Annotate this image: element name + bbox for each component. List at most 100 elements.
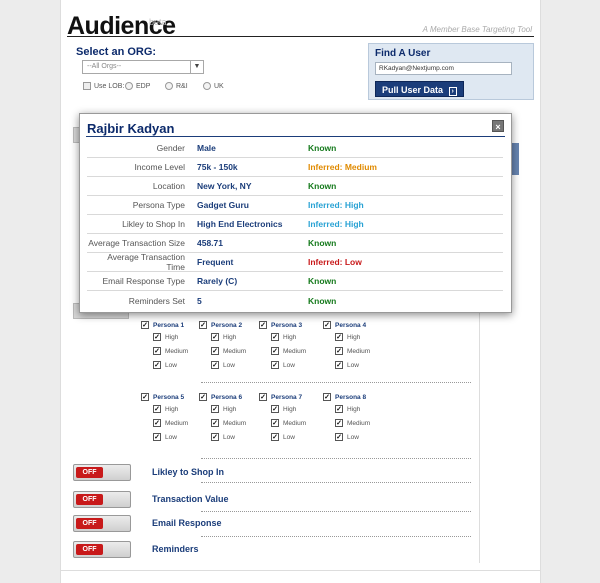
check-icon[interactable]: ✓ — [335, 433, 343, 441]
level-row[interactable]: ✓ Medium — [199, 344, 261, 358]
check-icon[interactable]: ✓ — [271, 433, 279, 441]
check-icon[interactable]: ✓ — [211, 433, 219, 441]
level-label: High — [347, 333, 361, 341]
check-icon[interactable]: ✓ — [259, 321, 267, 329]
check-icon[interactable]: ✓ — [153, 361, 161, 369]
pull-user-data-button[interactable]: Pull User Data › — [375, 81, 464, 97]
attribute-value: 458.71 — [197, 238, 223, 248]
check-icon[interactable]: ✓ — [141, 393, 149, 401]
level-row[interactable]: ✓ High — [141, 402, 203, 416]
persona-checkbox-row[interactable]: ✓ Persona 2 — [199, 320, 261, 330]
radio-icon[interactable] — [125, 82, 133, 90]
level-row[interactable]: ✓ Medium — [141, 344, 203, 358]
check-icon[interactable]: ✓ — [211, 347, 219, 355]
level-row[interactable]: ✓ Low — [141, 430, 203, 444]
lob-radio-edp[interactable]: EDP — [125, 82, 150, 90]
toggle-switch[interactable]: OFF — [73, 515, 131, 532]
check-icon[interactable]: ✓ — [199, 321, 207, 329]
persona-checkbox-row[interactable]: ✓ Persona 3 — [259, 320, 321, 330]
level-row[interactable]: ✓ Low — [199, 358, 261, 372]
level-row[interactable]: ✓ High — [199, 402, 261, 416]
lob-radio-uk[interactable]: UK — [203, 82, 224, 90]
check-icon[interactable]: ✓ — [271, 361, 279, 369]
level-row[interactable]: ✓ Low — [259, 430, 321, 444]
attribute-label: Reminders Set — [128, 295, 185, 306]
level-row[interactable]: ✓ High — [259, 330, 321, 344]
persona-checkbox-row[interactable]: ✓ Persona 8 — [323, 392, 385, 402]
level-row[interactable]: ✓ Medium — [323, 416, 385, 430]
chevron-down-icon[interactable]: ▼ — [190, 61, 203, 73]
radio-icon[interactable] — [165, 82, 173, 90]
toggle-label: Reminders — [152, 544, 199, 554]
check-icon[interactable]: ✓ — [271, 405, 279, 413]
dotted-divider — [201, 382, 471, 383]
persona-checkbox-row[interactable]: ✓ Persona 1 — [141, 320, 203, 330]
persona-checkbox-row[interactable]: ✓ Persona 5 — [141, 392, 203, 402]
check-icon[interactable]: ✓ — [271, 333, 279, 341]
tagline: A Member Base Targeting Tool — [422, 25, 532, 34]
use-lob-option[interactable]: Use LOB: — [83, 82, 124, 90]
check-icon[interactable]: ✓ — [335, 333, 343, 341]
check-icon[interactable]: ✓ — [153, 347, 161, 355]
level-label: Medium — [283, 347, 307, 355]
check-icon[interactable]: ✓ — [335, 361, 343, 369]
attribute-row-location: Location New York, NY Known — [87, 177, 503, 196]
level-label: Low — [165, 433, 177, 441]
level-row[interactable]: ✓ Medium — [259, 416, 321, 430]
toggle-switch[interactable]: OFF — [73, 491, 131, 508]
check-icon[interactable]: ✓ — [153, 333, 161, 341]
level-label: High — [283, 333, 297, 341]
level-row[interactable]: ✓ High — [141, 330, 203, 344]
level-row[interactable]: ✓ Medium — [259, 344, 321, 358]
level-label: Medium — [223, 419, 247, 427]
toggle-label: Transaction Value — [152, 494, 229, 504]
check-icon[interactable]: ✓ — [141, 321, 149, 329]
check-icon[interactable]: ✓ — [211, 405, 219, 413]
toggle-switch[interactable]: OFF — [73, 464, 131, 481]
level-row[interactable]: ✓ High — [323, 330, 385, 344]
check-icon[interactable]: ✓ — [335, 405, 343, 413]
attribute-label: Email Response Type — [102, 276, 185, 286]
check-icon[interactable]: ✓ — [323, 393, 331, 401]
use-lob-checkbox[interactable] — [83, 82, 91, 90]
check-icon[interactable]: ✓ — [153, 419, 161, 427]
toggle-switch[interactable]: OFF — [73, 541, 131, 558]
persona-label: Persona 5 — [153, 393, 185, 401]
check-icon[interactable]: ✓ — [211, 419, 219, 427]
radio-icon[interactable] — [203, 82, 211, 90]
level-label: High — [165, 405, 179, 413]
check-icon[interactable]: ✓ — [211, 333, 219, 341]
find-user-input[interactable]: RKadyan@Nextjump.com — [375, 62, 512, 75]
check-icon[interactable]: ✓ — [211, 361, 219, 369]
check-icon[interactable]: ✓ — [335, 347, 343, 355]
level-row[interactable]: ✓ High — [323, 402, 385, 416]
level-row[interactable]: ✓ Low — [323, 430, 385, 444]
check-icon[interactable]: ✓ — [271, 419, 279, 427]
level-row[interactable]: ✓ Low — [323, 358, 385, 372]
check-icon[interactable]: ✓ — [199, 393, 207, 401]
close-icon[interactable]: × — [492, 120, 504, 132]
lob-option-label: EDP — [136, 82, 151, 90]
check-icon[interactable]: ✓ — [335, 419, 343, 427]
check-icon[interactable]: ✓ — [153, 433, 161, 441]
persona-checkbox-row[interactable]: ✓ Persona 7 — [259, 392, 321, 402]
persona-group: ✓ Persona 6 ✓ High ✓ Medium ✓ Low — [199, 392, 261, 444]
level-row[interactable]: ✓ High — [199, 330, 261, 344]
persona-checkbox-row[interactable]: ✓ Persona 6 — [199, 392, 261, 402]
level-row[interactable]: ✓ Medium — [141, 416, 203, 430]
check-icon[interactable]: ✓ — [323, 321, 331, 329]
check-icon[interactable]: ✓ — [153, 405, 161, 413]
level-row[interactable]: ✓ High — [259, 402, 321, 416]
lob-radio-ri[interactable]: R&I — [165, 82, 188, 90]
level-row[interactable]: ✓ Low — [259, 358, 321, 372]
check-icon[interactable]: ✓ — [259, 393, 267, 401]
level-row[interactable]: ✓ Medium — [199, 416, 261, 430]
persona-checkbox-row[interactable]: ✓ Persona 4 — [323, 320, 385, 330]
level-row[interactable]: ✓ Low — [141, 358, 203, 372]
level-label: Low — [283, 361, 295, 369]
check-icon[interactable]: ✓ — [271, 347, 279, 355]
attribute-label: Average Transaction Size — [88, 238, 185, 248]
org-select[interactable]: --All Orgs-- ▼ — [82, 60, 204, 74]
level-row[interactable]: ✓ Low — [199, 430, 261, 444]
level-row[interactable]: ✓ Medium — [323, 344, 385, 358]
